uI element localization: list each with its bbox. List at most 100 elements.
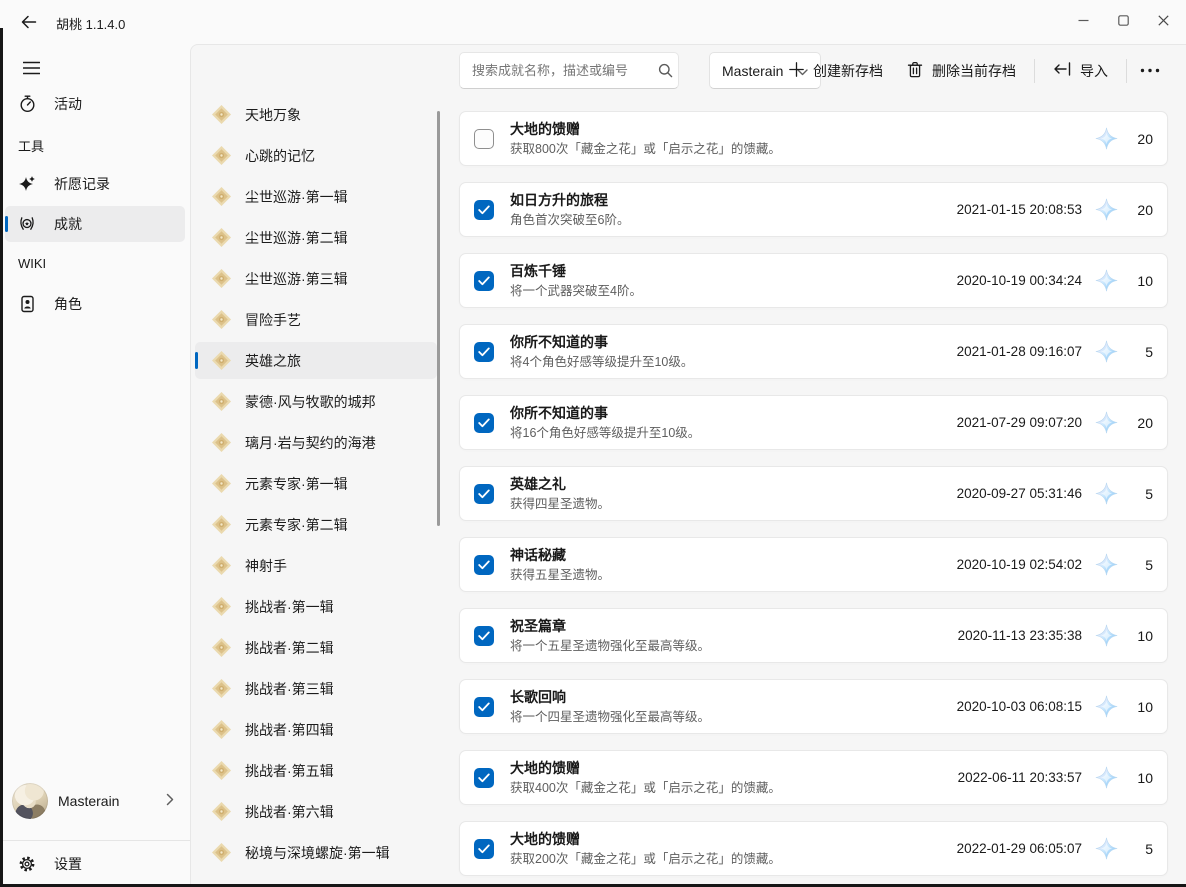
sidebar-item-wish-records[interactable]: 祈愿记录 — [5, 166, 185, 202]
category-item[interactable]: 挑战者·第三辑 — [191, 670, 441, 710]
nav-toggle-button[interactable] — [13, 52, 49, 84]
more-options-button[interactable] — [1133, 52, 1167, 89]
achievement-checkbox[interactable] — [474, 129, 494, 149]
category-item[interactable]: 英雄之旅 — [191, 342, 441, 382]
category-label: 璃月·岩与契约的海港 — [245, 433, 376, 453]
category-label: 挑战者·第二辑 — [245, 638, 334, 658]
character-icon — [18, 295, 36, 313]
minimize-icon — [1078, 15, 1089, 26]
toolbar-separator — [1034, 59, 1035, 83]
achievement-row: 如日方升的旅程 角色首次突破至6阶。 2021-01-15 20:08:53 2… — [459, 182, 1168, 237]
achievement-reward-count: 5 — [1129, 486, 1153, 502]
achievement-date: 2020-11-13 23:35:38 — [958, 628, 1082, 643]
achievement-description: 获取400次「藏金之花」或「启示之花」的馈藏。 — [510, 781, 958, 796]
category-label: 英雄之旅 — [245, 351, 301, 371]
achievement-text: 神话秘藏 获得五星圣遗物。 — [510, 547, 957, 583]
category-item[interactable]: 尘世巡游·第一辑 — [191, 178, 441, 218]
achievement-text: 如日方升的旅程 角色首次突破至6阶。 — [510, 192, 957, 228]
achievement-list: 大地的馈赠 获取800次「藏金之花」或「启示之花」的馈藏。 20 — [459, 111, 1168, 887]
checkmark-icon — [478, 844, 490, 854]
category-item[interactable]: 神射手 — [191, 547, 441, 587]
achievement-text: 大地的馈赠 获取800次「藏金之花」或「启示之花」的馈藏。 — [510, 121, 1082, 157]
category-label: 元素专家·第二辑 — [245, 515, 348, 535]
category-label: 尘世巡游·第一辑 — [245, 187, 348, 207]
maximize-button[interactable] — [1103, 0, 1143, 40]
delete-archive-button[interactable]: 删除当前存档 — [895, 52, 1028, 89]
achievement-checkbox[interactable] — [474, 484, 494, 504]
sidebar-item-settings[interactable]: 设置 — [5, 846, 185, 882]
category-item[interactable]: 挑战者·第二辑 — [191, 629, 441, 669]
sidebar-item-characters[interactable]: 角色 — [5, 286, 185, 322]
category-item[interactable]: 元素专家·第一辑 — [191, 465, 441, 505]
minimize-button[interactable] — [1063, 0, 1103, 40]
create-archive-label: 创建新存档 — [813, 61, 883, 81]
search-icon — [652, 63, 678, 78]
account-entry[interactable]: Masterain — [0, 782, 190, 832]
gold-emblem-icon — [211, 432, 232, 453]
create-archive-button[interactable]: 创建新存档 — [777, 52, 895, 89]
achievement-reward-count: 10 — [1129, 699, 1153, 715]
category-item[interactable]: 璃月·岩与契约的海港 — [191, 424, 441, 464]
category-item[interactable]: 挑战者·第一辑 — [191, 588, 441, 628]
achievement-checkbox[interactable] — [474, 768, 494, 788]
app-title: 胡桃 1.1.4.0 — [56, 14, 125, 33]
close-button[interactable] — [1143, 0, 1183, 40]
account-name: Masterain — [58, 793, 119, 809]
category-label: 尘世巡游·第三辑 — [245, 269, 348, 289]
sidebar-item-activity[interactable]: 活动 — [5, 86, 185, 122]
category-scrollbar[interactable] — [437, 111, 440, 526]
category-item[interactable]: 天地万象 — [191, 96, 441, 136]
achievement-text: 英雄之礼 获得四星圣遗物。 — [510, 476, 957, 512]
category-item[interactable]: 尘世巡游·第三辑 — [191, 260, 441, 300]
achievement-checkbox[interactable] — [474, 271, 494, 291]
gold-emblem-icon — [211, 760, 232, 781]
achievement-title: 你所不知道的事 — [510, 405, 957, 422]
sidebar-item-label: 成就 — [54, 214, 82, 234]
category-label: 秘境与深境螺旋·第一辑 — [245, 843, 390, 863]
achievement-title: 大地的馈赠 — [510, 760, 958, 777]
achievement-checkbox[interactable] — [474, 626, 494, 646]
gold-emblem-icon — [211, 637, 232, 658]
achievement-row: 祝圣篇章 将一个五星圣遗物强化至最高等级。 2020-11-13 23:35:3… — [459, 608, 1168, 663]
category-label: 心跳的记忆 — [245, 146, 315, 166]
achievement-title: 如日方升的旅程 — [510, 192, 957, 209]
achievement-checkbox[interactable] — [474, 839, 494, 859]
achievement-row: 大地的馈赠 获取800次「藏金之花」或「启示之花」的馈藏。 20 — [459, 111, 1168, 166]
import-button[interactable]: 导入 — [1041, 52, 1120, 89]
achievement-icon — [18, 215, 36, 233]
category-item[interactable]: 秘境与深境螺旋·第一辑 — [191, 834, 441, 874]
achievement-checkbox[interactable] — [474, 200, 494, 220]
category-item[interactable]: 挑战者·第六辑 — [191, 793, 441, 833]
gold-emblem-icon — [211, 104, 232, 125]
sidebar-item-achievements[interactable]: 成就 — [5, 206, 185, 242]
achievement-checkbox[interactable] — [474, 697, 494, 717]
import-label: 导入 — [1080, 61, 1108, 81]
category-item[interactable]: 冒险手艺 — [191, 301, 441, 341]
achievement-date: 2022-06-11 20:33:57 — [958, 770, 1082, 785]
achievement-text: 祝圣篇章 将一个五星圣遗物强化至最高等级。 — [510, 618, 958, 654]
category-item[interactable]: 蒙德·风与牧歌的城邦 — [191, 383, 441, 423]
achievement-title: 英雄之礼 — [510, 476, 957, 493]
category-item[interactable]: 元素专家·第二辑 — [191, 506, 441, 546]
category-item[interactable]: 挑战者·第五辑 — [191, 752, 441, 792]
achievement-row: 大地的馈赠 获取200次「藏金之花」或「启示之花」的馈藏。 2022-01-29… — [459, 821, 1168, 876]
gold-emblem-icon — [211, 678, 232, 699]
gold-emblem-icon — [211, 268, 232, 289]
achievement-checkbox[interactable] — [474, 342, 494, 362]
back-button[interactable] — [10, 6, 46, 38]
primogem-icon — [1095, 766, 1118, 789]
category-item[interactable]: 尘世巡游·第二辑 — [191, 219, 441, 259]
achievement-text: 大地的馈赠 获取200次「藏金之花」或「启示之花」的馈藏。 — [510, 831, 957, 867]
category-item[interactable]: 挑战者·第四辑 — [191, 711, 441, 751]
wish-record-icon — [18, 175, 36, 193]
checkmark-icon — [478, 702, 490, 712]
search-input[interactable] — [460, 63, 652, 78]
achievement-row: 你所不知道的事 将16个角色好感等级提升至10级。 2021-07-29 09:… — [459, 395, 1168, 450]
achievement-checkbox[interactable] — [474, 555, 494, 575]
achievement-checkbox[interactable] — [474, 413, 494, 433]
category-item[interactable]: 心跳的记忆 — [191, 137, 441, 177]
chevron-right-icon — [166, 793, 174, 811]
category-label: 神射手 — [245, 556, 287, 576]
achievement-reward-count: 20 — [1129, 202, 1153, 218]
achievement-date: 2022-01-29 06:05:07 — [957, 841, 1082, 856]
